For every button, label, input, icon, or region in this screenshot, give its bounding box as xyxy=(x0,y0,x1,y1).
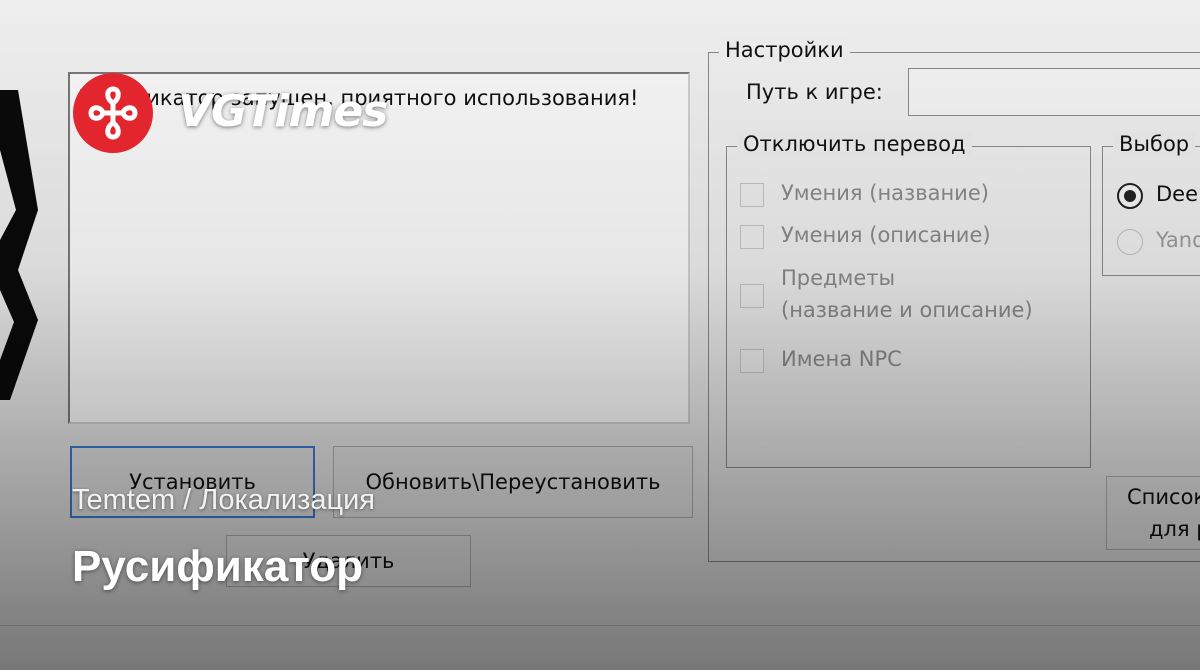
disable-translation-title: Отключить перевод xyxy=(737,132,972,156)
checkbox-skills-name[interactable] xyxy=(740,183,764,207)
settings-group-title: Настройки xyxy=(719,38,850,62)
translator-choice-title: Выбор xyxy=(1113,132,1196,156)
checkbox-skills-description-label: Умения (описание) xyxy=(781,223,991,247)
game-path-input[interactable] xyxy=(908,68,1200,116)
checkbox-items-label-line2: (название и описание) xyxy=(781,298,1033,322)
divider-line xyxy=(0,625,1200,626)
radio-yandex-label: Yand xyxy=(1156,228,1200,252)
checkbox-npc-names-label: Имена NPC xyxy=(781,347,902,371)
breadcrumb[interactable]: Temtem / Локализация xyxy=(72,484,375,517)
checkbox-items[interactable] xyxy=(740,284,764,308)
list-button-line2: для р xyxy=(1149,517,1200,541)
radio-deepl[interactable] xyxy=(1117,183,1143,209)
radio-yandex[interactable] xyxy=(1117,229,1143,255)
vgtimes-logo-text[interactable]: VGTimes xyxy=(178,86,388,137)
checkbox-skills-description[interactable] xyxy=(740,225,764,249)
radio-selected-dot xyxy=(1124,190,1136,202)
checkbox-skills-name-label: Умения (название) xyxy=(781,181,989,205)
update-reinstall-button[interactable]: Обновить\Переустановить xyxy=(333,446,693,518)
checkbox-npc-names[interactable] xyxy=(740,349,764,373)
logo-glyph xyxy=(88,86,138,140)
checkbox-items-label-line1: Предметы xyxy=(781,266,896,290)
list-button[interactable]: Список для р xyxy=(1106,476,1200,550)
page-title: Русификатор xyxy=(72,542,364,591)
chevron-logo-shape xyxy=(0,90,38,400)
list-button-line1: Список xyxy=(1127,485,1200,509)
game-path-label: Путь к игре: xyxy=(746,80,883,104)
radio-deepl-label: Dee xyxy=(1156,182,1199,206)
translator-choice-group: Выбор xyxy=(1102,132,1200,276)
vgtimes-logo-icon[interactable] xyxy=(73,73,153,153)
